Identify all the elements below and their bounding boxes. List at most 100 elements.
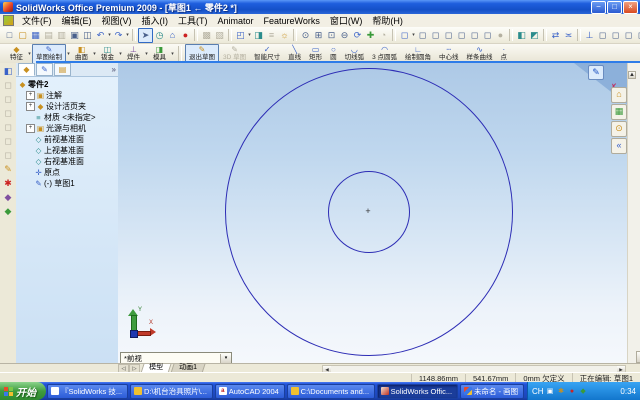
screen-capture-icon[interactable]: ◰ <box>234 29 247 42</box>
tree-item-front-plane[interactable]: ◇ 前视基准面 <box>25 134 118 145</box>
view-cube-icon[interactable]: ◻ <box>596 29 609 42</box>
menu-help[interactable]: 帮助(H) <box>367 14 408 27</box>
menu-insert[interactable]: 插入(I) <box>137 14 174 27</box>
task-scheduler-icon[interactable]: ◷ <box>153 29 166 42</box>
mold-label: 模具 <box>153 54 166 61</box>
new-icon[interactable]: □ <box>3 29 16 42</box>
start-button[interactable]: 开始 <box>0 382 46 400</box>
tray-icon[interactable]: ● <box>568 388 577 395</box>
collapse-pane-icon[interactable]: « <box>611 138 627 154</box>
menu-featureworks[interactable]: FeatureWorks <box>259 16 325 26</box>
align-grid-icon[interactable]: ⇄ <box>549 29 562 42</box>
appearance-icon[interactable]: ✱ <box>2 177 15 190</box>
sketch-snap-icon[interactable]: ≍ <box>562 29 575 42</box>
left-view-icon[interactable]: ◻ <box>442 29 455 42</box>
taskbar-task-autocad[interactable]: a AutoCAD 2004 <box>214 383 285 399</box>
menu-tools[interactable]: 工具(T) <box>173 14 213 27</box>
taskbar-task-folder-photos[interactable]: D:\机台治具照片\... <box>129 383 213 399</box>
close-button[interactable]: × <box>623 0 638 14</box>
print-preview-icon[interactable]: ◫ <box>81 29 94 42</box>
front-view-icon[interactable]: ◻ <box>416 29 429 42</box>
back-view-icon[interactable]: ◻ <box>429 29 442 42</box>
document-menu-icon[interactable] <box>3 15 14 26</box>
taskbar-task-documents-folder[interactable]: C:\Documents and... <box>286 383 375 399</box>
view-cube-icon[interactable]: ◻ <box>635 29 640 42</box>
open-icon[interactable]: ▢ <box>16 29 29 42</box>
select-icon[interactable]: ➤ <box>138 27 153 43</box>
tree-item-origin[interactable]: ✛ 原点 <box>25 167 118 178</box>
tree-item-lights-cameras[interactable]: + ▣ 光源与相机 <box>25 123 118 134</box>
tree-item-material[interactable]: ≡ 材质 <未指定> <box>25 112 118 123</box>
redo-dropdown-icon[interactable]: ▾ <box>125 32 130 38</box>
printer-tray-icon[interactable]: ▣ <box>546 387 555 395</box>
taskbar-task-solidworks-doc[interactable]: 『SolidWorks 技... <box>47 383 128 399</box>
graphics-viewport[interactable]: + Y X ✎ ✗ <box>118 63 628 363</box>
normal-to-icon[interactable]: ⊥ <box>583 29 596 42</box>
expand-icon[interactable]: + <box>26 102 35 111</box>
tree-item-right-plane[interactable]: ◇ 右视基准面 <box>25 156 118 167</box>
taskbar-task-paint[interactable]: 未命名 - 画图 <box>459 383 524 399</box>
tray-icon[interactable]: ✱ <box>557 387 566 395</box>
pan-icon[interactable]: ✚ <box>364 29 377 42</box>
help-icon[interactable]: ☼ <box>278 29 291 42</box>
save-icon[interactable]: ▦ <box>29 29 42 42</box>
file-explorer-icon[interactable]: ⊙ <box>611 121 627 137</box>
expand-icon[interactable]: + <box>26 91 35 100</box>
features-group-button[interactable]: ◆ 特征 <box>6 44 27 63</box>
mold-dropdown-icon[interactable]: ▾ <box>170 51 175 57</box>
minimize-button[interactable]: − <box>591 0 606 14</box>
menu-window[interactable]: 窗口(W) <box>325 14 368 27</box>
refresh-view-icon[interactable]: ⟳ <box>351 29 364 42</box>
zoom-window-icon[interactable]: ⊞ <box>312 29 325 42</box>
print-icon[interactable]: ▣ <box>68 29 81 42</box>
menu-file[interactable]: 文件(F) <box>17 14 57 27</box>
vertical-scrollbar[interactable]: ▲ ▼ <box>627 63 640 363</box>
tray-icon[interactable]: ◆ <box>579 387 588 395</box>
view-cube-icon[interactable]: ◻ <box>622 29 635 42</box>
undo-icon[interactable]: ↶ <box>94 29 107 42</box>
tree-item-annotations[interactable]: + ▣ 注解 <box>25 90 118 101</box>
collaborate-icon[interactable]: ● <box>179 29 192 42</box>
menu-view[interactable]: 视图(V) <box>97 14 137 27</box>
panel-expand-icon[interactable]: » <box>112 65 116 74</box>
web-toolbar-icon[interactable]: ⌂ <box>166 29 179 42</box>
zoom-area-icon[interactable]: ⊡ <box>325 29 338 42</box>
tree-root-part[interactable]: ◆ 零件2 <box>18 79 118 90</box>
propertymanager-tab-icon[interactable]: ✎ <box>36 63 53 76</box>
confirm-sketch-icon[interactable]: ✎ <box>588 65 604 80</box>
assembly-icon[interactable]: ◆ <box>2 205 15 218</box>
sw-resources-icon[interactable]: ⌂ <box>611 87 627 103</box>
scroll-down-icon[interactable]: ▼ <box>635 351 640 363</box>
display-settings-icon[interactable]: ◨ <box>252 29 265 42</box>
tree-item-design-binder[interactable]: + ◆ 设计活页夹 <box>25 101 118 112</box>
menu-animator[interactable]: Animator <box>213 16 259 26</box>
input-method-indicator[interactable]: CH <box>532 387 544 396</box>
mate-icon[interactable]: ◆ <box>2 191 15 204</box>
surfaces-icon: ◧ <box>77 45 86 54</box>
redo-icon[interactable]: ↷ <box>112 29 125 42</box>
shaded-view-icon[interactable]: ◧ <box>515 29 528 42</box>
wireframe-view-icon[interactable]: ◩ <box>528 29 541 42</box>
sketch-center-point[interactable]: + <box>362 205 374 217</box>
taskbar-task-solidworks[interactable]: SolidWorks Offic... <box>376 383 458 399</box>
zoom-fit-icon[interactable]: ⊙ <box>299 29 312 42</box>
maximize-button[interactable]: □ <box>607 0 622 14</box>
shaded-cube-icon[interactable]: ◧ <box>2 65 15 78</box>
configurationmanager-tab-icon[interactable]: ▤ <box>54 63 71 76</box>
featuremanager-tab-icon[interactable]: ◆ <box>18 63 35 76</box>
right-view-icon[interactable]: ◻ <box>455 29 468 42</box>
combo-dropdown-icon[interactable]: ▾ <box>220 354 231 363</box>
menu-edit[interactable]: 编辑(E) <box>57 14 97 27</box>
view-cube-icon[interactable]: ◻ <box>609 29 622 42</box>
design-library-icon[interactable]: ▦ <box>611 104 627 120</box>
tree-item-sketch1[interactable]: ✎ (-) 草图1 <box>25 178 118 189</box>
top-view-icon[interactable]: ◻ <box>468 29 481 42</box>
edit-sketch-icon[interactable]: ✎ <box>2 163 15 176</box>
scroll-up-icon[interactable]: ▲ <box>628 71 636 79</box>
zoom-out-icon[interactable]: ⊖ <box>338 29 351 42</box>
isometric-view-icon[interactable]: ◻ <box>481 29 494 42</box>
tree-item-top-plane[interactable]: ◇ 上视基准面 <box>25 145 118 156</box>
expand-icon[interactable]: + <box>26 124 35 133</box>
view-orientation-icon[interactable]: ◻ <box>398 29 411 42</box>
sketch-fillet-icon: ∟ <box>414 45 422 54</box>
